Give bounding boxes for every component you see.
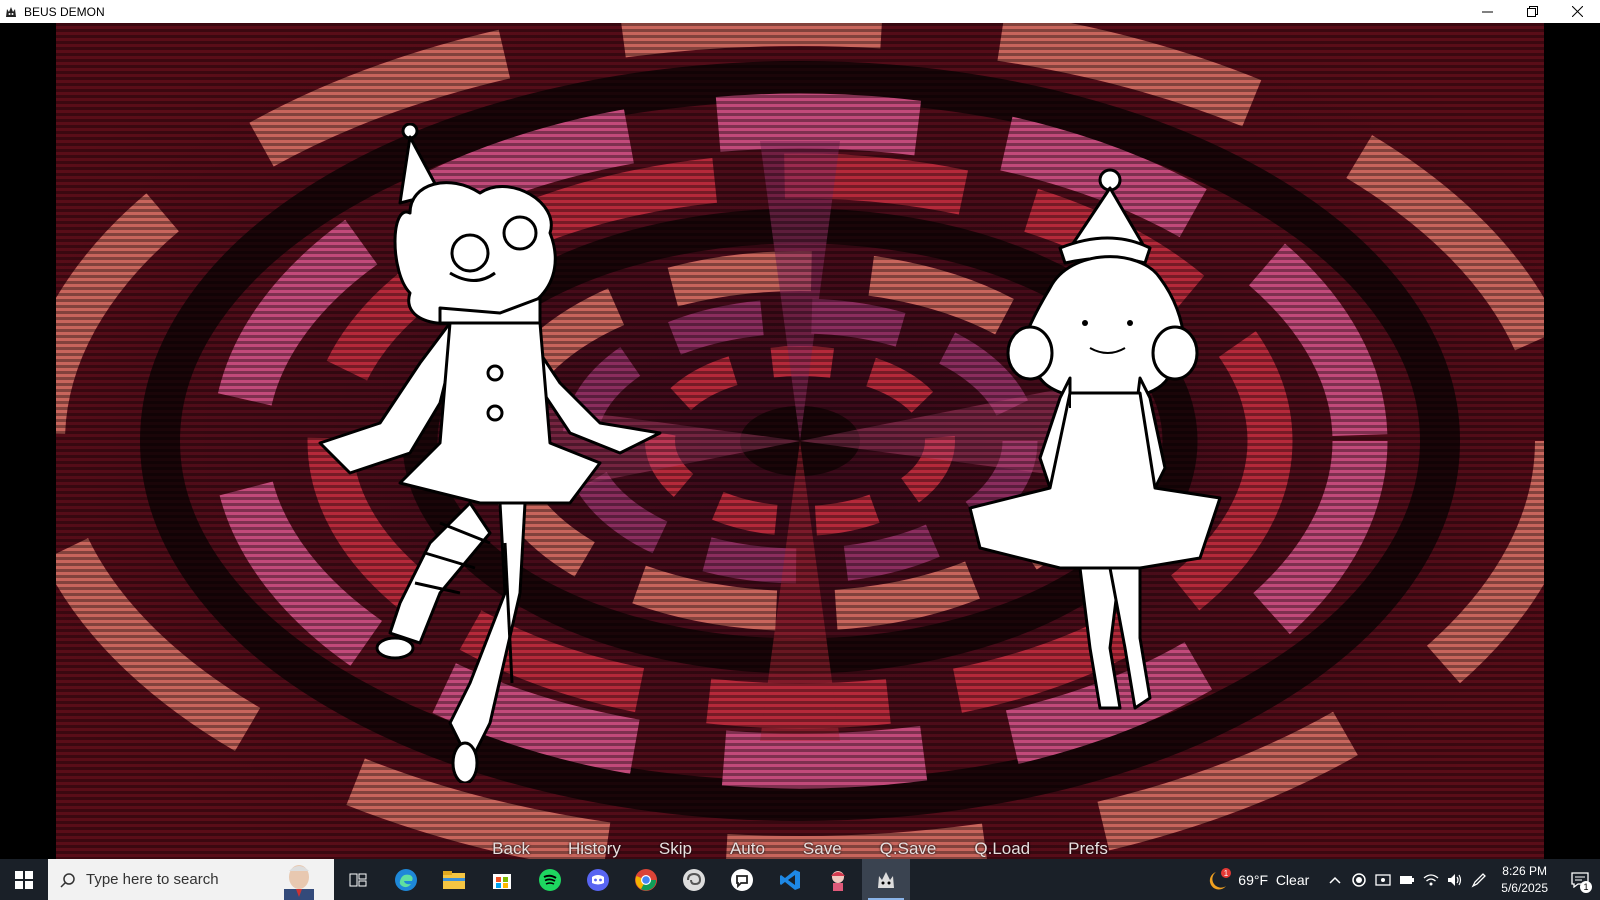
start-button[interactable] <box>0 859 48 900</box>
taskbar-store[interactable] <box>478 859 526 900</box>
quick-menu-qload[interactable]: Q.Load <box>974 839 1030 859</box>
quick-menu-auto[interactable]: Auto <box>730 839 765 859</box>
quick-menu-history[interactable]: History <box>568 839 621 859</box>
windows-taskbar: Type here to search 1 69°F Clear 8:26 PM… <box>0 859 1600 900</box>
weather-widget[interactable]: 1 69°F Clear <box>1206 867 1310 892</box>
tray-battery[interactable] <box>1395 859 1419 900</box>
chevron-up-icon <box>1329 876 1341 884</box>
vscode-icon <box>780 869 800 890</box>
taskbar-clock[interactable]: 8:26 PM 5/6/2025 <box>1501 863 1548 897</box>
beus-demon-icon <box>878 871 894 888</box>
search-icon <box>60 872 76 888</box>
spiral-background <box>56 23 1544 859</box>
tray-meet[interactable] <box>1371 859 1395 900</box>
notification-center-button[interactable]: 1 <box>1560 859 1600 900</box>
system-tray: 1 69°F Clear 8:26 PM 5/6/2025 1 <box>1206 859 1600 900</box>
tray-wifi[interactable] <box>1419 859 1443 900</box>
weather-temp: 69°F <box>1238 871 1269 888</box>
pen-icon <box>1471 872 1487 887</box>
taskbar-game-character[interactable] <box>814 859 862 900</box>
battery-icon <box>1400 875 1415 884</box>
taskbar-beus-demon[interactable] <box>862 859 910 900</box>
volume-icon <box>1448 873 1462 886</box>
demon-app-icon <box>4 5 18 19</box>
file-explorer-icon <box>443 870 465 889</box>
task-view-icon <box>349 873 367 886</box>
record-icon <box>1352 872 1367 887</box>
taskbar-search[interactable]: Type here to search <box>48 859 334 900</box>
taskbar-app-chat[interactable] <box>718 859 766 900</box>
taskbar-edge[interactable] <box>382 859 430 900</box>
search-placeholder: Type here to search <box>86 871 219 888</box>
store-icon <box>493 873 511 889</box>
quick-menu-back[interactable]: Back <box>492 839 530 859</box>
taskbar-spotify[interactable] <box>526 859 574 900</box>
weather-alert-count: 1 <box>1224 869 1229 878</box>
app-chat-icon <box>731 868 753 891</box>
taskbar-file-explorer[interactable] <box>430 859 478 900</box>
taskbar-discord[interactable] <box>574 859 622 900</box>
clock-date: 5/6/2025 <box>1501 880 1548 895</box>
weather-condition: Clear <box>1275 871 1310 888</box>
restore-button[interactable] <box>1510 0 1555 23</box>
tray-record[interactable] <box>1347 859 1371 900</box>
character-clown-left <box>300 122 680 785</box>
discord-icon <box>587 868 609 891</box>
meet-now-icon <box>1375 873 1391 886</box>
window-controls <box>1465 0 1600 23</box>
wifi-icon <box>1423 873 1439 885</box>
tray-volume[interactable] <box>1443 859 1467 900</box>
spotify-icon <box>539 868 561 891</box>
window-titlebar: BEUS DEMON <box>0 0 1600 23</box>
window-title: BEUS DEMON <box>24 4 105 19</box>
minimize-icon <box>1482 11 1493 13</box>
minimize-button[interactable] <box>1465 0 1510 23</box>
quick-menu-skip[interactable]: Skip <box>659 839 692 859</box>
search-highlight-avatar-icon <box>276 861 322 900</box>
tray-overflow-button[interactable] <box>1323 859 1347 900</box>
close-button[interactable] <box>1555 0 1600 23</box>
taskbar-app-swirl[interactable] <box>670 859 718 900</box>
windows-logo-icon <box>15 870 33 889</box>
app-swirl-icon <box>683 868 705 891</box>
game-character-icon <box>831 870 845 891</box>
quick-menu-qsave[interactable]: Q.Save <box>880 839 937 859</box>
quick-menu: Back History Skip Auto Save Q.Save Q.Loa… <box>0 839 1600 859</box>
task-view-button[interactable] <box>334 859 382 900</box>
tray-pen[interactable] <box>1467 859 1491 900</box>
taskbar-chrome[interactable] <box>622 859 670 900</box>
clock-time: 8:26 PM <box>1502 863 1547 878</box>
character-clown-right <box>960 168 1240 738</box>
moon-weather-icon: 1 <box>1206 867 1232 892</box>
game-viewport[interactable]: Back History Skip Auto Save Q.Save Q.Loa… <box>0 23 1600 859</box>
quick-menu-save[interactable]: Save <box>803 839 842 859</box>
quick-menu-prefs[interactable]: Prefs <box>1068 839 1108 859</box>
chrome-icon <box>635 868 657 891</box>
edge-icon <box>395 868 417 891</box>
restore-icon <box>1527 6 1538 17</box>
close-icon <box>1572 6 1583 17</box>
taskbar-vscode[interactable] <box>766 859 814 900</box>
notification-count: 1 <box>1580 881 1592 893</box>
